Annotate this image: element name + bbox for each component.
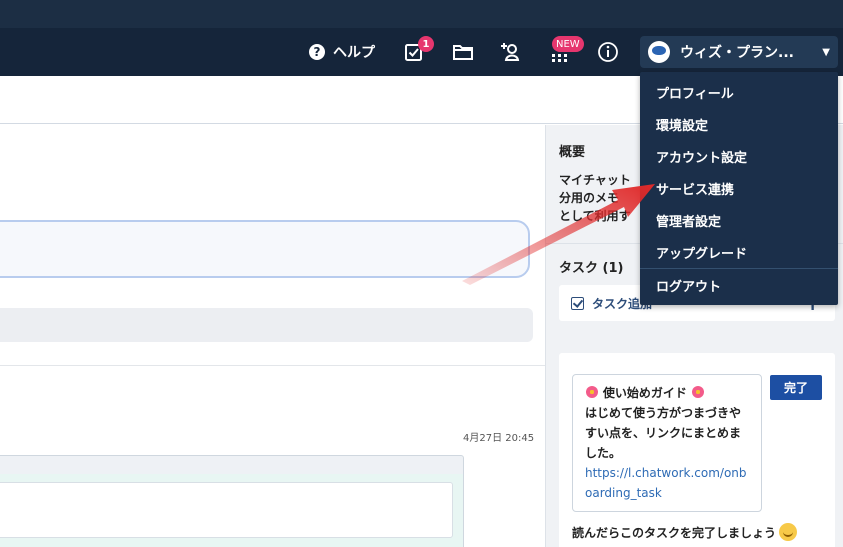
message-timestamp: 4月27日 20:45 [463, 433, 535, 444]
message-preview-content [0, 482, 453, 538]
add-contact-icon [501, 43, 520, 61]
menu-item-upgrade[interactable]: アップグレード [640, 236, 838, 268]
caret-down-icon: ▼ [822, 46, 830, 58]
menu-item-profile[interactable]: プロフィール [640, 76, 838, 108]
help-button[interactable]: ? ヘルプ [309, 28, 375, 76]
info-icon [598, 42, 618, 62]
menu-item-service-integration[interactable]: サービス連携 [640, 172, 838, 204]
account-dropdown-menu: プロフィール 環境設定 アカウント設定 サービス連携 管理者設定 アップグレード… [640, 72, 838, 305]
summary-line: として利用す [559, 209, 631, 223]
task-guide-content: 使い始めガイド はじめて使う方がつまづきやすい点を、リンクにまとめました。 ht… [572, 374, 762, 512]
menu-item-logout[interactable]: ログアウト [640, 269, 838, 301]
files-button[interactable] [452, 28, 476, 76]
account-name: ウィズ・プラン... [680, 45, 794, 61]
task-guide-link[interactable]: https://l.chatwork.com/onboarding_task [585, 463, 749, 503]
summary-title: 概要 [559, 145, 586, 160]
task-complete-text: 読んだらこのタスクを完了しましょう [572, 526, 777, 540]
flower-icon [691, 385, 705, 399]
menu-item-admin-settings[interactable]: 管理者設定 [640, 204, 838, 236]
task-check-icon [571, 296, 584, 310]
apps-button[interactable]: NEW [550, 28, 584, 76]
task-done-button[interactable]: 完了 [770, 375, 822, 400]
menu-item-account-settings[interactable]: アカウント設定 [640, 140, 838, 172]
flower-icon [585, 385, 599, 399]
pinned-summary-box[interactable] [0, 220, 530, 278]
smile-icon [779, 523, 798, 541]
help-label: ヘルプ [333, 45, 375, 61]
tasks-title: タスク (1) [559, 261, 624, 276]
task-card: 使い始めガイド はじめて使う方がつまづきやすい点を、リンクにまとめました。 ht… [559, 353, 835, 547]
message-preview-card[interactable] [0, 455, 464, 547]
contacts-button[interactable] [500, 28, 524, 76]
organization-logo [648, 41, 670, 63]
info-button[interactable] [597, 28, 621, 76]
notice-strip [0, 308, 533, 342]
task-count-badge: 1 [418, 36, 434, 52]
task-button[interactable]: 1 [404, 28, 434, 76]
summary-line: 分用のメモ [559, 191, 620, 205]
menu-item-preferences[interactable]: 環境設定 [640, 108, 838, 140]
task-complete-prompt: 読んだらこのタスクを完了しましょう [572, 523, 798, 541]
new-badge: NEW [552, 36, 584, 52]
summary-line: マイチャット [559, 173, 631, 187]
window-top-strip [0, 0, 843, 28]
task-guide-body: はじめて使う方がつまづきやすい点を、リンクにまとめました。 [585, 406, 742, 460]
folder-icon [453, 45, 473, 60]
task-guide-title: 使い始めガイド [602, 386, 687, 400]
summary-description: マイチャット 分用のメモ として利用す [559, 171, 649, 225]
account-menu-button[interactable]: ウィズ・プラン... ▼ [640, 36, 838, 68]
timeline-divider [0, 365, 545, 366]
help-icon: ? [309, 44, 325, 60]
chat-timeline: 4月27日 20:45 [0, 125, 545, 547]
